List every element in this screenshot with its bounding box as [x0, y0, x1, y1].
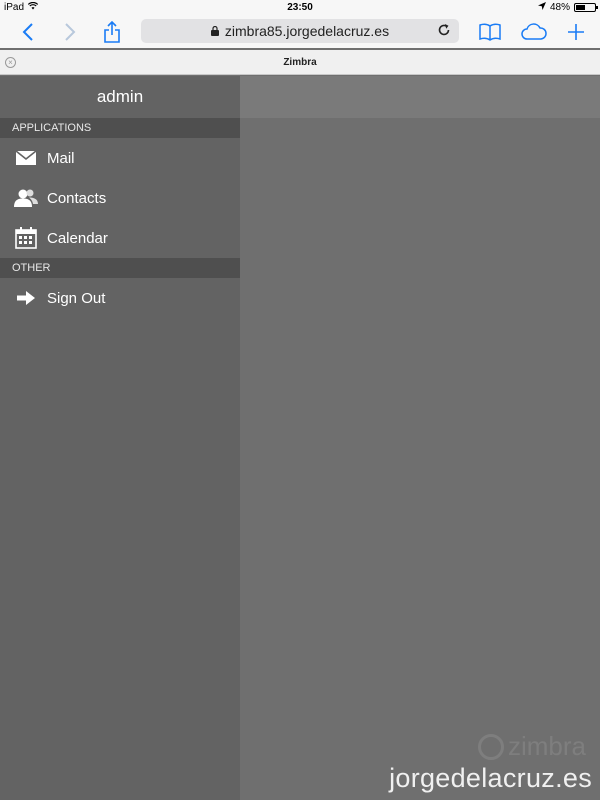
sidebar-item-contacts[interactable]: Contacts	[0, 178, 240, 218]
section-header-applications: APPLICATIONS	[0, 118, 240, 138]
sidebar-item-calendar[interactable]: Calendar	[0, 218, 240, 258]
main-content: zimbra jorgedelacruz.es	[240, 76, 600, 800]
mail-icon	[13, 145, 39, 171]
icloud-tabs-icon[interactable]	[520, 18, 548, 46]
battery-fill	[576, 5, 585, 10]
arrow-right-icon	[13, 285, 39, 311]
sidebar: admin APPLICATIONS Mail Contacts Calenda…	[0, 76, 240, 800]
location-icon	[537, 2, 546, 13]
lock-icon	[210, 23, 219, 39]
share-icon[interactable]	[98, 18, 126, 46]
tab-bar: × Zimbra	[0, 50, 600, 75]
section-header-other: OTHER	[0, 258, 240, 278]
contacts-icon	[13, 185, 39, 211]
sidebar-item-mail[interactable]: Mail	[0, 138, 240, 178]
sidebar-item-label: Contacts	[47, 189, 107, 207]
zimbra-logo-mark	[477, 733, 504, 760]
sidebar-item-label: Mail	[47, 149, 75, 167]
new-tab-icon[interactable]	[562, 18, 590, 46]
forward-icon[interactable]	[56, 18, 84, 46]
watermark-text: jorgedelacruz.es	[389, 763, 592, 793]
address-bar[interactable]: zimbra85.jorgedelacruz.es	[141, 19, 459, 43]
tab-title[interactable]: Zimbra	[0, 57, 600, 68]
sidebar-item-sign-out[interactable]: Sign Out	[0, 278, 240, 318]
battery-icon	[574, 3, 598, 12]
url-text: zimbra85.jorgedelacruz.es	[224, 23, 390, 39]
user-name: admin	[96, 87, 144, 106]
battery-percent: 48%	[549, 2, 570, 13]
back-icon[interactable]	[14, 18, 42, 46]
reload-icon[interactable]	[437, 23, 451, 40]
sidebar-item-label: Calendar	[47, 229, 108, 247]
calendar-icon	[13, 225, 39, 251]
bookmarks-icon[interactable]	[476, 18, 504, 46]
zimbra-logo-text: zimbra	[507, 731, 586, 761]
clock: 23:50	[287, 2, 313, 13]
zimbra-logo: zimbra	[477, 731, 586, 762]
status-bar: iPad 23:50 48%	[0, 0, 600, 16]
sidebar-item-label: Sign Out	[47, 289, 106, 307]
browser-toolbar: zimbra85.jorgedelacruz.es	[0, 16, 600, 48]
content-header-bar	[240, 76, 600, 118]
